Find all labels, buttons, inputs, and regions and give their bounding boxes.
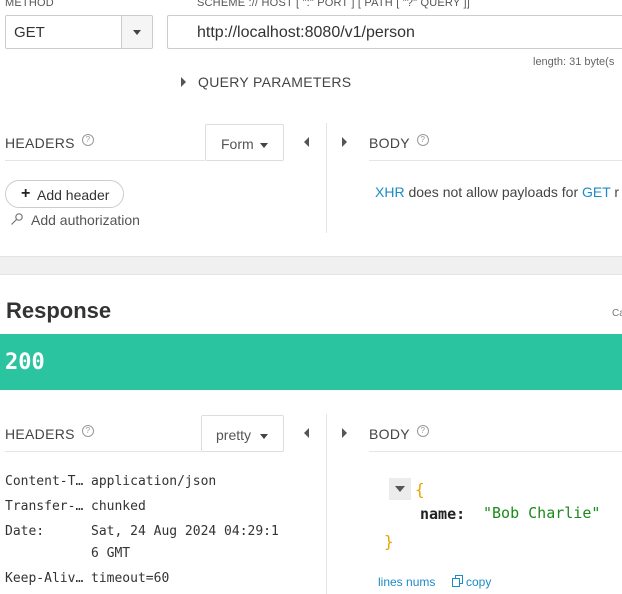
- method-select[interactable]: GET: [5, 15, 153, 49]
- add-authorization-link[interactable]: Add authorization: [10, 211, 160, 229]
- header-name: Transfer-…: [5, 499, 84, 514]
- body-not-allowed-message: XHR does not allow payloads for GET r: [375, 184, 619, 200]
- get-link[interactable]: GET: [582, 184, 611, 200]
- add-header-button[interactable]: + Add header: [5, 180, 124, 208]
- json-open-brace: {: [415, 480, 425, 499]
- request-headers-label: HEADERS: [5, 135, 75, 151]
- chevron-down-icon: [133, 30, 141, 35]
- help-icon[interactable]: ?: [416, 425, 429, 437]
- divider: [369, 451, 622, 452]
- request-headers-title: HEADERS ?: [5, 134, 94, 152]
- headers-format-value: pretty: [216, 427, 252, 443]
- expand-right-icon: [181, 77, 186, 87]
- headers-mode-value: Form: [221, 136, 254, 152]
- url-hint: SCHEME :// HOST [ ":" PORT ] [ PATH [ "?…: [197, 0, 470, 9]
- chevron-down-icon: [260, 434, 268, 439]
- xhr-link[interactable]: XHR: [375, 184, 405, 200]
- message-text: does not allow payloads for: [404, 184, 583, 200]
- url-length: length: 31 byte(s: [533, 56, 615, 68]
- help-icon[interactable]: ?: [82, 425, 94, 437]
- header-name: Content-T…: [5, 474, 84, 489]
- query-parameters-label: QUERY PARAMETERS: [198, 74, 352, 90]
- headers-format-dropdown[interactable]: pretty: [201, 415, 284, 452]
- section-separator: [0, 256, 622, 275]
- json-key: name:: [420, 505, 466, 523]
- headers-mode-dropdown[interactable]: Form: [205, 124, 284, 161]
- request-body-label: BODY: [369, 135, 410, 151]
- header-value-continued: 6 GMT: [91, 546, 131, 561]
- copy-button[interactable]: copy: [452, 574, 502, 590]
- collapse-left-icon[interactable]: [304, 428, 309, 438]
- key-icon: [11, 213, 23, 225]
- response-body-label: BODY: [369, 426, 410, 442]
- url-input[interactable]: http://localhost:8080/v1/person: [167, 15, 622, 49]
- method-label: METHOD: [5, 0, 54, 9]
- divider: [5, 160, 205, 161]
- request-body-title: BODY ?: [369, 134, 429, 152]
- response-body-title: BODY ?: [369, 425, 429, 443]
- json-value: "Bob Charlie": [483, 504, 601, 522]
- expand-right-icon[interactable]: [342, 137, 347, 147]
- response-headers-label: HEADERS: [5, 426, 75, 442]
- chevron-down-icon: [260, 143, 268, 148]
- json-close-brace: }: [384, 532, 394, 551]
- response-corner-text: Ca: [612, 308, 622, 319]
- header-name: Keep-Aliv…: [5, 571, 84, 586]
- lines-nums-toggle[interactable]: lines nums: [378, 575, 435, 589]
- json-collapse-toggle[interactable]: [389, 478, 411, 500]
- response-title: Response: [6, 298, 112, 323]
- header-name: Date:: [5, 524, 45, 539]
- header-value: timeout=60: [91, 571, 170, 586]
- header-value: Sat, 24 Aug 2024 04:29:1: [91, 524, 279, 539]
- method-dropdown-toggle[interactable]: [121, 16, 152, 48]
- url-value: http://localhost:8080/v1/person: [197, 24, 415, 41]
- query-parameters-toggle[interactable]: QUERY PARAMETERS: [181, 72, 381, 92]
- help-icon[interactable]: ?: [82, 134, 94, 146]
- collapse-down-icon: [395, 486, 405, 492]
- help-icon[interactable]: ?: [416, 134, 429, 146]
- collapse-left-icon[interactable]: [304, 137, 309, 147]
- header-value: application/json: [91, 474, 217, 489]
- panel-divider: [326, 414, 327, 594]
- divider: [369, 160, 622, 161]
- method-value: GET: [14, 24, 45, 41]
- expand-right-icon[interactable]: [342, 428, 347, 438]
- status-bar: 200: [0, 334, 622, 390]
- status-code: 200: [5, 350, 45, 375]
- header-value: chunked: [91, 499, 146, 514]
- plus-icon: +: [21, 185, 31, 202]
- response-headers-title: HEADERS ?: [5, 425, 94, 443]
- divider: [5, 451, 201, 452]
- copy-icon: [452, 575, 463, 587]
- add-authorization-label: Add authorization: [31, 212, 140, 228]
- message-text: r: [610, 184, 620, 200]
- add-header-label: Add header: [37, 187, 110, 203]
- panel-divider: [326, 123, 327, 233]
- copy-label: copy: [466, 575, 492, 589]
